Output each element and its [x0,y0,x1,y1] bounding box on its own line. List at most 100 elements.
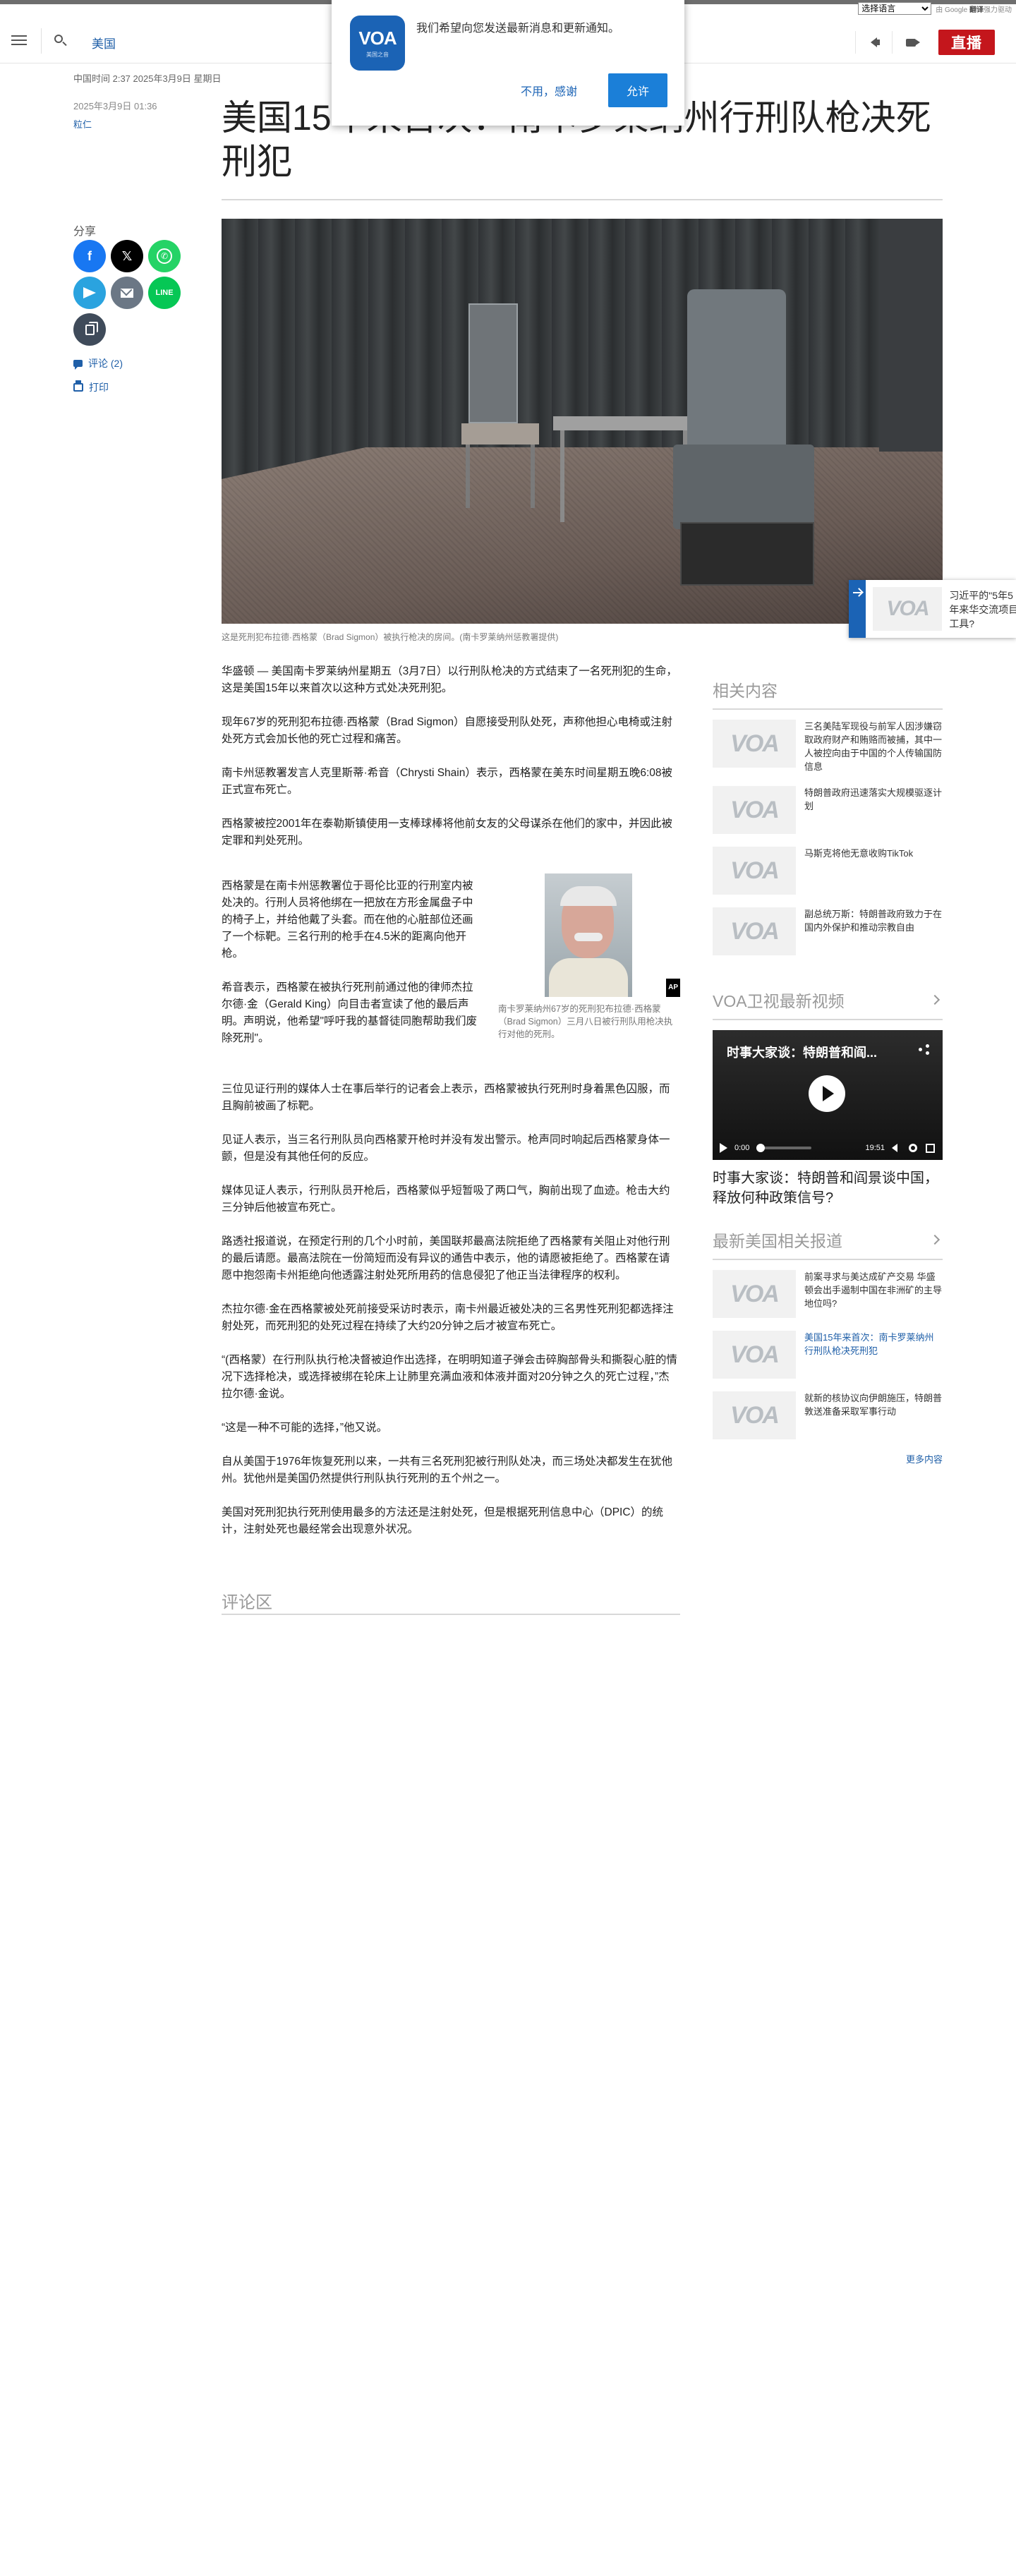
paragraph: 三位见证行刑的媒体人士在事后举行的记者会上表示，西格蒙被执行死刑时身着黑色囚服，… [222,1083,670,1112]
paragraph: “(西格蒙）在行刑队执行枪决督被迫作出选择，在明明知道子弹会击碎胸部骨头和撕裂心… [222,1354,677,1400]
latest-item[interactable]: VOA 就新的核协议向伊朗施压，特朗普敦送准备采取军事行动 [713,1391,943,1439]
allow-notifications-button[interactable]: 允许 [608,73,667,107]
live-button[interactable]: 直播 [938,30,995,55]
comments-link-label: 评论 (2) [88,358,123,369]
related-item-title: 马斯克将他无意收购TikTok [804,848,914,859]
video-heading[interactable]: VOA卫视最新视频 [713,988,943,1020]
paragraph: 南卡州惩教署发言人克里斯蒂·希音（Chrysti Shain）表示，西格蒙在美东… [222,767,673,796]
floating-promo[interactable]: VOA 习近平的"5年5 年来华交流项目 工具? [849,580,1016,638]
paragraph: 媒体见证人表示，行刑队员开枪后，西格蒙似乎短暂吸了两口气，胸前出现了血迹。枪击大… [222,1185,670,1214]
related-item-title: 副总统万斯：特朗普政府致力于在国内外保护和推动宗教自由 [804,909,943,933]
video-controls: 0:00 19:51 [713,1136,943,1160]
comments-link[interactable]: 评论 (2) [73,356,123,370]
volume-icon[interactable] [892,1144,902,1152]
play-icon[interactable] [809,1075,845,1112]
telegram-share-icon[interactable] [73,277,106,309]
paragraph: 路透社报道说，在预定行刑的几个小时前，美国联邦最高法院拒绝了西格蒙有关阻止对他行… [222,1235,670,1281]
search-icon[interactable] [52,32,68,48]
fullscreen-icon[interactable] [926,1144,936,1153]
facebook-share-icon[interactable]: f [73,240,106,272]
progress-slider[interactable] [756,1144,812,1152]
comments-divider [222,1614,680,1615]
header-divider [41,28,42,54]
related-heading: 相关内容 [713,677,943,710]
dateline: 中国时间 2:37 2025年3月9日 星期日 [73,73,222,84]
latest-us-news: 最新美国相关报道 VOA 前案寻求与美达成矿产交易 华盛顿会出手遏制中国在非洲矿… [713,1228,943,1465]
audio-icon[interactable] [855,31,892,54]
mugshot-photo [545,873,632,997]
paragraph: 现年67岁的死刑犯布拉德·西格蒙（Brad Sigmon）自愿接受刑队处死，声称… [222,716,673,745]
video-player[interactable]: 时事大家谈：特朗普和阎... 0:00 19:51 [713,1030,943,1160]
latest-heading[interactable]: 最新美国相关报道 [713,1228,943,1260]
chevron-right-icon [929,1234,941,1245]
notification-message: 我们希望向您发送最新消息和更新通知。 [416,23,620,35]
video-player-title: 时事大家谈：特朗普和阎... [727,1046,878,1060]
related-item[interactable]: VOA 三名美陆军现役与前军人因涉嫌窃取政府财产和贿赂而被捕，其中一人被控向由于… [713,720,943,773]
share-icon[interactable] [919,1044,930,1056]
powered-prefix: 由 Google [936,6,968,14]
hero-photo [222,219,943,624]
voa-thumbnail: VOA [713,847,796,895]
latest-item[interactable]: VOA 美国15年来首次：南卡罗莱纳州行刑队枪决死刑犯 [713,1331,943,1379]
voa-thumbnail: VOA [872,587,943,631]
related-item[interactable]: VOA 马斯克将他无意收购TikTok [713,847,943,895]
paragraph: 见证人表示，当三名行刑队员向西格蒙开枪时并没有发出警示。枪声同时响起后西格蒙身体… [222,1134,670,1163]
google-translate-credit: 由 Google 翻译强力驱动 [936,4,1012,14]
collapse-promo-tab[interactable] [849,580,866,638]
related-item[interactable]: VOA 特朗普政府迅速落实大规模驱逐计划 [713,786,943,834]
comments-heading: 评论区 [222,1593,272,1612]
paragraph: “这是一种不可能的选择，”他又说。 [222,1422,388,1434]
inline-figure: AP 南卡罗莱纳州67岁的死刑犯布拉德·西格蒙（Brad Sigmon）三月八日… [498,873,680,1064]
section-link[interactable]: 美国 [92,34,116,52]
email-share-icon[interactable] [111,277,143,309]
paragraph: 美国对死刑犯执行死刑使用最多的方法还是注射处死，但是根据死刑信息中心（DPIC）… [222,1506,664,1535]
video-section: VOA卫视最新视频 时事大家谈：特朗普和阎... 0:00 19:51 时事大家… [713,988,943,1208]
voa-thumbnail: VOA [713,786,796,834]
share-label: 分享 [73,226,97,238]
printer-icon [73,380,83,392]
voa-thumbnail: VOA [713,907,796,955]
chevron-right-icon [929,994,941,1005]
related-content: 相关内容 VOA 三名美陆军现役与前军人因涉嫌窃取政府财产和贿赂而被捕，其中一人… [713,677,943,968]
language-select[interactable]: 选择语言 [858,2,932,15]
print-link-label: 打印 [89,382,109,393]
latest-item-title: 前案寻求与美达成矿产交易 华盛顿会出手遏制中国在非洲矿的主导地位吗? [804,1271,943,1309]
comment-icon [73,360,83,370]
x-share-icon[interactable]: 𝕏 [111,240,143,272]
hero-caption: 这是死刑犯布拉德·西格蒙（Brad Sigmon）被执行枪决的房间。(南卡罗莱纳… [222,632,559,642]
voa-app-logo: VOA 美国之音 [350,16,405,71]
play-control-icon[interactable] [720,1143,727,1153]
promo-text: 习近平的"5年5 年来华交流项目 工具? [949,580,1016,638]
settings-icon[interactable] [909,1144,919,1152]
video-heading-label: VOA卫视最新视频 [713,992,845,1010]
latest-heading-label: 最新美国相关报道 [713,1232,842,1250]
promo-line: 习近平的"5年5 [949,590,1013,601]
related-heading-label: 相关内容 [713,682,778,700]
translate-widget: 选择语言 由 Google 翻译强力驱动 [858,1,1012,16]
arrow-right-icon [852,592,861,593]
deny-notifications-button[interactable]: 不用，感谢 [521,82,577,99]
header-actions: 直播 [855,30,995,55]
menu-icon[interactable] [11,32,27,47]
inline-caption: 南卡罗莱纳州67岁的死刑犯布拉德·西格蒙（Brad Sigmon）三月八日被行刑… [498,1004,673,1039]
video-time-current: 0:00 [734,1144,750,1152]
line-share-icon[interactable]: LINE [148,277,181,309]
paragraph: 自从美国于1976年恢复死刑以来，一共有三名死刑犯被行刑队处决，而三场处决都发生… [222,1456,672,1484]
related-item[interactable]: VOA 副总统万斯：特朗普政府致力于在国内外保护和推动宗教自由 [713,907,943,955]
print-link[interactable]: 打印 [73,380,109,394]
video-camera-icon[interactable] [892,31,929,54]
article-body: 华盛顿 — 美国南卡罗莱纳州星期五（3月7日）以行刑队枪决的方式结束了一名死刑犯… [222,663,680,1555]
related-item-title: 特朗普政府迅速落实大规模驱逐计划 [804,787,943,811]
whatsapp-share-icon[interactable]: ✆ [148,240,181,272]
powered-suffix: 强力驱动 [984,6,1012,14]
paragraph: 杰拉尔德·金在西格蒙被处死前接受采访时表示，南卡州最近被处决的三名男性死刑犯都选… [222,1303,674,1332]
video-headline[interactable]: 时事大家谈：特朗普和阎景谈中国，释放何种政策信号? [713,1168,943,1208]
voa-thumbnail: VOA [713,1270,796,1318]
more-content-link[interactable]: 更多内容 [713,1452,943,1465]
video-time-total: 19:51 [865,1144,885,1152]
latest-item[interactable]: VOA 前案寻求与美达成矿产交易 华盛顿会出手遏制中国在非洲矿的主导地位吗? [713,1270,943,1318]
related-item-title: 三名美陆军现役与前军人因涉嫌窃取政府财产和贿赂而被捕，其中一人被控向由于中国的个… [804,721,943,772]
author-link[interactable]: 粒仁 [73,117,92,131]
copy-link-icon[interactable] [73,313,106,346]
push-notification-prompt: VOA 美国之音 我们希望向您发送最新消息和更新通知。 不用，感谢 允许 [332,0,684,126]
